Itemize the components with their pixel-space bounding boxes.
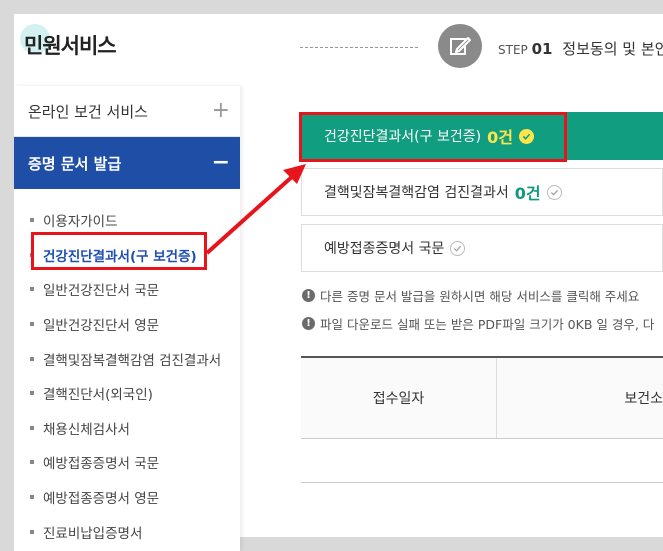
alert-icon: ! (302, 289, 315, 302)
bullet-icon (30, 495, 34, 500)
column-header-health-center: 보건소 (624, 391, 663, 407)
sidebar-item-label: 일반건강진단서 영문 (43, 318, 160, 335)
step-indicator: STEP 01 정보동의 및 본인 (498, 38, 663, 59)
notice-download-failure: ! 파일 다운로드 실패 또는 받은 PDF파일 크기가 0KB 일 경우, 다 (302, 314, 654, 333)
sidebar-item-label: 결핵진단서(외국인) (43, 387, 153, 404)
sidebar-item-tb-result[interactable]: 결핵및잠복결핵감염 검진결과서 (30, 341, 240, 376)
page-title: 민원서비스 (24, 34, 117, 58)
step-title: 정보동의 및 본인 (562, 40, 663, 58)
sidebar-item-label: 예방접종증명서 영문 (43, 491, 160, 508)
bullet-icon (30, 425, 34, 430)
plus-icon[interactable]: + (212, 100, 230, 122)
bullet-icon (30, 356, 34, 361)
sidebar-item-general-health-kr[interactable]: 일반건강진단서 국문 (30, 272, 240, 307)
sidebar-group-certificate[interactable]: 증명 문서 발급 − (14, 137, 240, 189)
minus-icon[interactable]: − (212, 152, 230, 174)
table-bottom-border (301, 482, 663, 483)
step-number: 01 (531, 40, 553, 58)
sidebar-item-label: 이용자가이드 (43, 214, 118, 231)
sidebar-item-label: 일반건강진단서 국문 (43, 283, 160, 300)
card-tb-result[interactable]: 결핵및잠복결핵감염 검진결과서 0건 (301, 168, 663, 216)
bullet-icon (30, 218, 34, 223)
alert-icon: ! (302, 317, 315, 330)
highlight-box-card (299, 112, 567, 162)
card-vaccination-kr[interactable]: 예방접종증명서 국문 (301, 224, 663, 272)
sidebar-item-general-health-en[interactable]: 일반건강진단서 영문 (30, 307, 240, 342)
step-dashed-divider (300, 47, 418, 48)
sidebar-item-vaccination-en[interactable]: 예방접종증명서 영문 (30, 480, 240, 515)
sidebar-item-medical-fee[interactable]: 진료비납입증명서 (30, 514, 240, 549)
bullet-icon (30, 287, 34, 292)
column-header-received-date: 접수일자 (372, 391, 425, 407)
sidebar-item-label: 결핵및잠복결핵감염 검진결과서 (43, 352, 222, 369)
notice-other-certificates: ! 다른 증명 문서 발급을 원하시면 해당 서비스를 클릭해 주세요 (302, 286, 639, 305)
sidebar: 온라인 보건 서비스 + 증명 문서 발급 − 이용자가이드 건강진단결과서(구… (14, 86, 240, 551)
card-count: 0건 (514, 184, 541, 203)
sidebar-group-label: 증명 문서 발급 (28, 154, 122, 173)
bullet-icon (30, 391, 34, 396)
notice-text: 파일 다운로드 실패 또는 받은 PDF파일 크기가 0KB 일 경우, 다 (320, 317, 655, 332)
bullet-icon (30, 322, 34, 327)
bullet-icon (30, 529, 34, 534)
edit-icon (438, 24, 482, 68)
sidebar-item-vaccination-kr[interactable]: 예방접종증명서 국문 (30, 445, 240, 480)
card-label: 예방접종증명서 국문 (324, 241, 445, 257)
sidebar-group-online-health[interactable]: 온라인 보건 서비스 + (14, 86, 240, 137)
notice-text: 다른 증명 문서 발급을 원하시면 해당 서비스를 클릭해 주세요 (320, 289, 640, 304)
card-label: 결핵및잠복결핵감염 검진결과서 (324, 185, 509, 201)
highlight-box-sidebar (31, 232, 207, 270)
table-header: 접수일자 보건소 (301, 356, 663, 439)
check-icon (546, 184, 562, 200)
step-prefix: STEP (498, 43, 528, 57)
sidebar-item-tb-diagnosis-foreigner[interactable]: 결핵진단서(외국인) (30, 376, 240, 411)
sidebar-item-employment-exam[interactable]: 채용신체검사서 (30, 411, 240, 446)
sidebar-item-label: 진료비납입증명서 (43, 525, 143, 542)
sidebar-item-label: 예방접종증명서 국문 (43, 456, 160, 473)
check-icon (450, 240, 466, 256)
bullet-icon (30, 460, 34, 465)
sidebar-group-label: 온라인 보건 서비스 (28, 102, 148, 121)
sidebar-item-label: 채용신체검사서 (43, 421, 130, 438)
